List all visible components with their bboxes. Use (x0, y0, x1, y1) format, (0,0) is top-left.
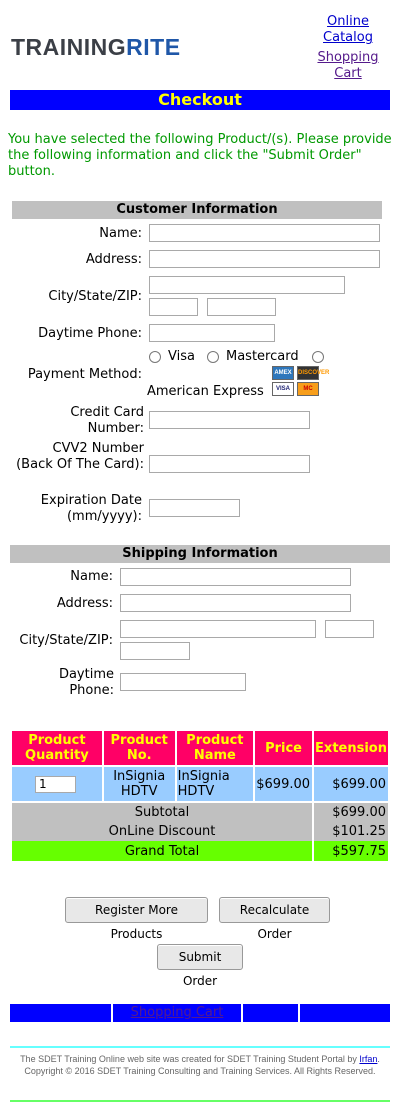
item-product-no: InSignia HDTV (103, 767, 175, 801)
customer-info-heading: Customer Information (12, 201, 382, 219)
item-extension: $699.00 (314, 767, 388, 801)
amex-radio-label: American Express (147, 384, 264, 399)
visa-radio[interactable] (149, 351, 161, 363)
shipping-csz-label: City/State/ZIP: (19, 633, 113, 648)
item-product-name: InSignia HDTV (176, 767, 254, 801)
mastercard-card-icon: MC (297, 382, 319, 396)
visa-radio-label: Visa (168, 349, 195, 364)
col-product-no: Product No. (103, 731, 175, 767)
nav-cell (300, 1004, 390, 1022)
author-link[interactable]: Irfan (359, 1054, 377, 1064)
grand-total-value: $597.75 (314, 841, 388, 861)
customer-address-label: Address: (85, 252, 142, 267)
discount-row: OnLine Discount $101.25 (12, 821, 388, 841)
col-quantity: Product Quantity (12, 731, 102, 767)
expiration-input[interactable] (149, 499, 240, 517)
order-table: Product Quantity Product No. Product Nam… (10, 731, 390, 861)
customer-address-input[interactable] (149, 250, 380, 268)
customer-city-input[interactable] (149, 276, 345, 294)
table-row: InSignia HDTV InSignia HDTV $699.00 $699… (12, 767, 388, 801)
top-links: Online Catalog Shopping Cart (310, 14, 386, 86)
payment-method-label: Payment Method: (27, 367, 142, 382)
nav-cell (10, 1004, 111, 1022)
bottom-shopping-cart-link[interactable]: Shopping Cart (113, 1004, 241, 1022)
discover-card-icon: DISCOVER (297, 366, 329, 380)
traningrite-logo: TRAININGRITE (11, 34, 181, 60)
shipping-name-label: Name: (70, 569, 113, 584)
amex-card-icon: AMEX (272, 366, 294, 380)
recalculate-order-button[interactable]: Recalculate Order (219, 897, 330, 941)
shipping-city-input[interactable] (120, 620, 316, 638)
cvv-input[interactable] (149, 455, 310, 473)
bottom-nav: Shopping Cart (10, 1004, 390, 1022)
customer-zip-input[interactable] (207, 298, 276, 316)
shipping-name-input[interactable] (120, 568, 351, 586)
cvv-label: CVV2 Number (Back Of The Card): (16, 441, 144, 472)
intro-text: You have selected the following Product/… (8, 132, 392, 179)
amex-radio[interactable] (312, 351, 324, 363)
shipping-info-heading: Shipping Information (10, 545, 390, 563)
submit-order-button[interactable]: Submit Order (157, 944, 243, 988)
credit-card-input[interactable] (149, 411, 310, 429)
online-catalog-link[interactable]: Online Catalog (310, 14, 386, 46)
customer-csz-label: City/State/ZIP: (48, 289, 142, 304)
page-title: Checkout (10, 90, 390, 110)
expiration-label: Expiration Date (mm/yyyy): (40, 493, 142, 524)
shopping-cart-link[interactable]: Shopping Cart (310, 50, 386, 82)
col-extension: Extension (314, 731, 388, 767)
shipping-zip-input[interactable] (120, 642, 190, 660)
customer-phone-label: Daytime Phone: (38, 326, 142, 341)
footer-text: The SDET Training Online web site was cr… (20, 1054, 380, 1076)
shipping-state-input[interactable] (325, 620, 374, 638)
subtotal-label: Subtotal (12, 801, 313, 821)
nav-cell (243, 1004, 298, 1022)
register-more-products-button[interactable]: Register More Products (65, 897, 208, 941)
credit-card-label: Credit Card Number: (70, 405, 144, 436)
credit-card-icons: AMEX DISCOVER VISA MC (272, 366, 329, 398)
item-price: $699.00 (255, 767, 313, 801)
footer-bottom-divider (10, 1100, 390, 1102)
col-product-name: Product Name (176, 731, 254, 767)
footer-top-divider (10, 1046, 390, 1048)
shipping-phone-input[interactable] (120, 673, 246, 691)
nav-cell: Shopping Cart (113, 1004, 241, 1022)
grand-total-label: Grand Total (12, 841, 313, 861)
shipping-address-input[interactable] (120, 594, 351, 612)
order-header-row: Product Quantity Product No. Product Nam… (12, 731, 388, 767)
visa-card-icon: VISA (272, 382, 294, 396)
customer-name-label: Name: (99, 226, 142, 241)
shipping-address-label: Address: (56, 596, 113, 611)
customer-state-input[interactable] (149, 298, 198, 316)
col-price: Price (255, 731, 313, 767)
subtotal-value: $699.00 (314, 801, 388, 821)
customer-phone-input[interactable] (149, 324, 275, 342)
subtotal-row: Subtotal $699.00 (12, 801, 388, 821)
grand-total-row: Grand Total $597.75 (12, 841, 388, 861)
discount-value: $101.25 (314, 821, 388, 841)
discount-label: OnLine Discount (12, 821, 313, 841)
shipping-phone-label: Daytime Phone: (58, 667, 114, 698)
mastercard-radio-label: Mastercard (226, 349, 299, 364)
mastercard-radio[interactable] (207, 351, 219, 363)
quantity-input[interactable] (35, 775, 76, 793)
customer-name-input[interactable] (149, 224, 380, 242)
